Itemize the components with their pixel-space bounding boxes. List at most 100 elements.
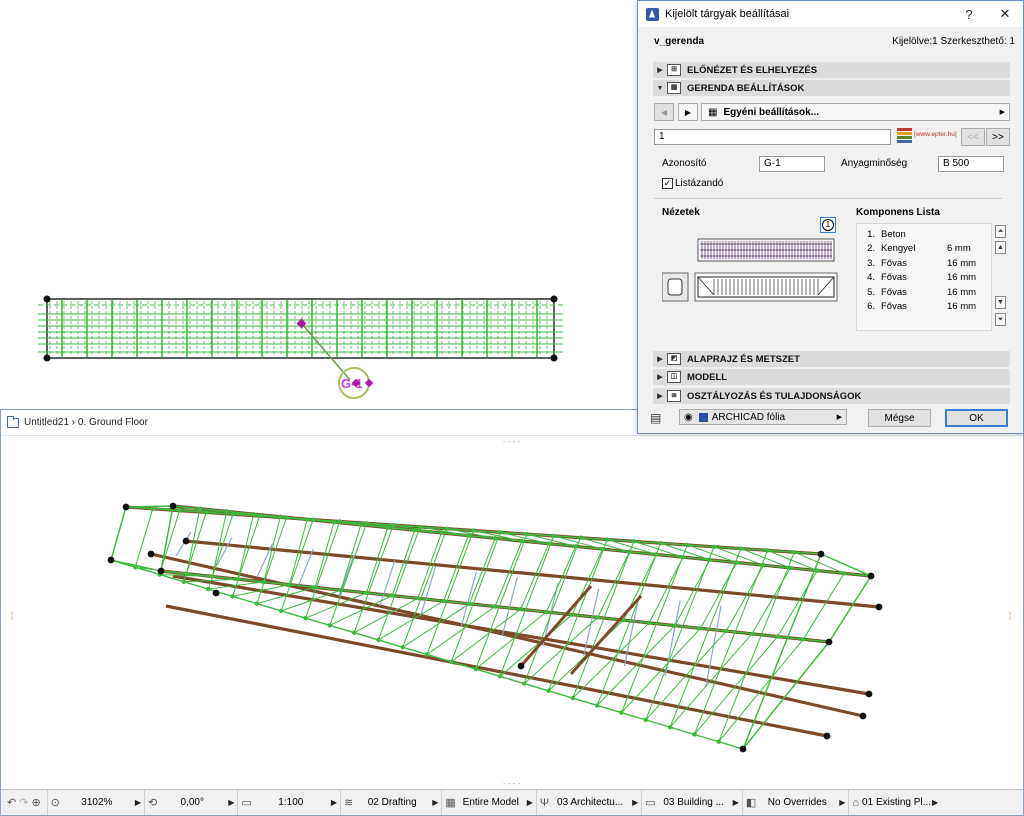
component-size: 6 mm: [947, 243, 971, 255]
number-field[interactable]: 1: [654, 129, 891, 145]
stirrup-node: [765, 548, 770, 553]
stirrup-node: [551, 533, 556, 539]
overrides-control[interactable]: ◧ No Overrides ▶: [743, 790, 850, 815]
component-number: 4.: [867, 272, 875, 284]
section-classification[interactable]: ▶ ≣ OSZTÁLYOZÁS ÉS TULAJDONSÁGOK: [653, 388, 1010, 404]
divider: [654, 198, 1002, 199]
dialog-header: v_gerenda Kijelölve:1 Szerkeszthető: 1: [638, 27, 1023, 55]
mvo-value: 03 Building ...: [663, 797, 724, 808]
double-up-icon: ⏶: [997, 228, 1004, 235]
preview-icon: ⊞: [667, 64, 681, 76]
hotspot: [517, 662, 525, 670]
nav-back-button[interactable]: ◀: [654, 103, 674, 121]
edge-marker-right: ¦: [1009, 611, 1011, 620]
mvo-control[interactable]: ▭ 03 Building ... ▶: [642, 790, 743, 815]
section-preview[interactable]: ▶ ⊞ ELŐNÉZET ÉS ELHELYEZÉS: [653, 62, 1010, 78]
stirrup-node: [685, 542, 690, 548]
beam-settings-icon: ▦: [667, 82, 681, 94]
pen-set-control[interactable]: Ψ 03 Architectu... ▶: [537, 790, 643, 815]
stirrup-node: [230, 594, 235, 599]
stirrup-node: [801, 637, 806, 642]
3d-window: Untitled21 › 0. Ground Floor - - - - - -…: [0, 409, 1024, 816]
settings-grid-icon: ▦: [708, 106, 718, 118]
component-row[interactable]: 4. Fővas 16 mm: [857, 271, 991, 286]
tag-anchor: [364, 378, 374, 388]
component-row[interactable]: 3. Fővas 16 mm: [857, 256, 991, 271]
layer-dropdown[interactable]: ◉ ARCHICAD fólia ▶: [679, 409, 847, 425]
badge-number: 1: [822, 219, 834, 231]
view-badge[interactable]: 1: [820, 217, 836, 233]
zoom-in-icon[interactable]: ⊕: [31, 796, 40, 809]
ok-button[interactable]: OK: [945, 409, 1008, 427]
renovation-icon: ⌂: [852, 796, 860, 809]
section-floorplan[interactable]: ▶ ◩ ALAPRAJZ ÉS METSZET: [653, 351, 1010, 367]
hotspot: [169, 502, 177, 510]
down-icon: ▼: [997, 299, 1004, 306]
scroll-bottom-button[interactable]: ⏷: [995, 313, 1006, 326]
section-model[interactable]: ▶ ◫ MODELL: [653, 369, 1010, 385]
scroll-top-button[interactable]: ⏶: [995, 225, 1006, 238]
cube-icon: ◫: [667, 371, 681, 383]
stirrup-node: [337, 519, 343, 524]
rotation-control[interactable]: ⟲ 0,00° ▶: [145, 790, 239, 815]
component-row[interactable]: 6. Fővas 16 mm: [857, 300, 991, 315]
material-field[interactable]: B 500: [938, 156, 1004, 172]
stirrup-node: [278, 608, 284, 614]
cancel-button[interactable]: Mégse: [868, 409, 931, 427]
stirrup-node: [181, 579, 187, 585]
component-row[interactable]: 1. Beton: [857, 227, 991, 242]
stirrup-node: [546, 688, 551, 694]
model-view-control[interactable]: ▦ Entire Model ▶: [442, 790, 537, 815]
listable-checkbox[interactable]: ✓ Listázandó: [662, 178, 723, 189]
component-size: 16 mm: [947, 286, 977, 298]
scroll-down-button[interactable]: ▼: [995, 296, 1006, 309]
custom-settings-dropdown[interactable]: ▦ Egyéni beállítások... ▶: [701, 103, 1010, 121]
component-row[interactable]: 5. Fővas 16 mm: [857, 285, 991, 300]
scroll-up-button[interactable]: ▲: [995, 241, 1006, 254]
hotspot: [859, 712, 867, 720]
stirrup-node: [133, 565, 138, 570]
angle-value: 0,00°: [180, 797, 204, 808]
stirrup-node: [738, 546, 744, 551]
zoom-value: 3102%: [81, 797, 113, 808]
layer-combination-control[interactable]: ≋ 02 Drafting ▶: [341, 790, 443, 815]
edge-marker-top: - - - -: [503, 437, 521, 446]
chevron-right-icon: ▶: [932, 798, 939, 807]
scale-control[interactable]: ▭ 1:100 ▶: [238, 790, 341, 815]
stirrup-node: [692, 732, 697, 737]
id-field[interactable]: G-1: [759, 156, 825, 172]
redo-icon[interactable]: ↷: [19, 796, 28, 809]
stirrup-node: [303, 615, 308, 621]
component-row[interactable]: 2. Kengyel 6 mm: [857, 242, 991, 257]
stirrup-node: [569, 612, 575, 617]
stirrup-node: [815, 568, 820, 573]
stirrup-node: [672, 623, 678, 628]
arrow-left-icon: ◀: [660, 107, 668, 117]
dialog-titlebar: Kijelölt tárgyak beállításai ? ✕: [638, 1, 1023, 27]
next-button[interactable]: >>: [986, 128, 1010, 146]
help-button[interactable]: ?: [951, 7, 987, 22]
stirrup-node: [497, 674, 503, 679]
component-list[interactable]: 1. Beton 2. Kengyel 6 mm 3. Fővas 16 mm 4. Fővas 1…: [856, 223, 992, 331]
nav-forward-button[interactable]: ▶: [678, 103, 698, 121]
hotspot: [875, 603, 883, 611]
stirrup-node: [254, 601, 260, 606]
stirrup-node: [658, 540, 663, 546]
beam-plan-drawing[interactable]: G-1: [0, 0, 640, 408]
layer-combo-value: 02 Drafting: [367, 797, 417, 808]
section-model-label: MODELL: [687, 371, 728, 383]
close-button[interactable]: ✕: [987, 6, 1023, 22]
prev-button[interactable]: <<: [961, 128, 985, 146]
section-beam-settings[interactable]: ▼ ▦ GERENDA BEÁLLÍTÁSOK: [653, 80, 1010, 96]
stirrup-node: [716, 739, 721, 744]
dialog-title: Kijelölt tárgyak beállításai: [665, 8, 790, 20]
checkbox-checked-icon: ✓: [662, 178, 673, 189]
hotspot: [867, 572, 875, 580]
beam-hotspot: [550, 295, 558, 303]
3d-model-view[interactable]: - - - - - - - - ¦ ¦: [1, 436, 1023, 788]
component-number: 6.: [867, 301, 875, 313]
zoom-control[interactable]: ⊙ 3102% ▶: [48, 790, 146, 815]
renovation-control[interactable]: ⌂ 01 Existing Pl... ▶: [849, 790, 941, 815]
undo-icon[interactable]: ↶: [7, 796, 16, 809]
stirrup-node: [376, 637, 381, 643]
